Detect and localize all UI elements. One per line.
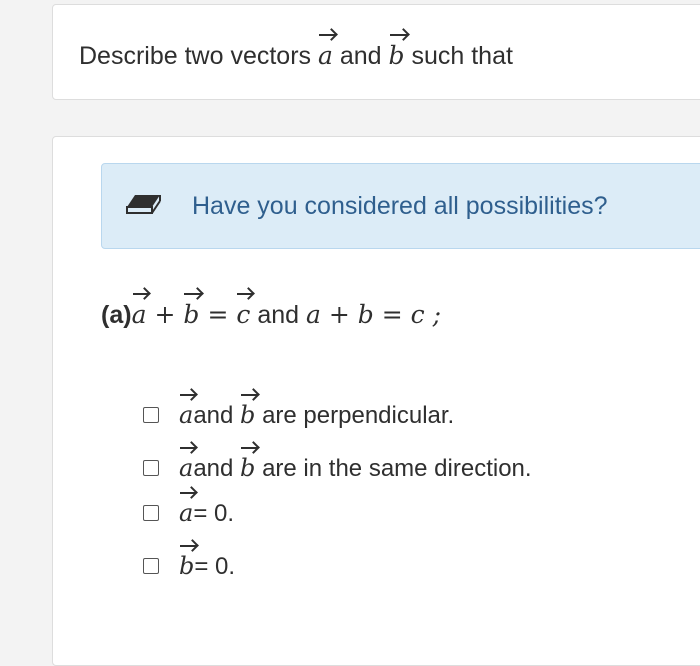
option-text: are perpendicular. [262,402,455,429]
option-text: = 0. [194,553,236,580]
question-card: Describe two vectors a and b such that [52,4,700,100]
option-text: are in the same direction. [262,455,532,482]
option-vector-b: b [179,545,197,580]
option-label: aand b are perpendicular. [179,394,455,430]
option-and: and [193,402,234,429]
checkbox[interactable] [143,558,159,574]
question-prefix: Describe two vectors [79,42,312,70]
option-vector-a: a [179,394,196,429]
option-label: aand b are in the same direction. [179,447,532,483]
option-vector-a: a [179,492,196,527]
checkbox[interactable] [143,460,159,476]
part-vector-b: b [183,293,202,329]
hint-text: Have you considered all possibilities? [192,192,608,220]
plus-sign: + [154,300,176,329]
part-label: (a) [101,301,132,329]
part-vector-c: c [236,293,253,329]
checkbox[interactable] [143,505,159,521]
option-and: and [193,455,234,482]
option-label: b= 0. [179,545,236,581]
question-suffix: such that [411,42,513,70]
vector-b: b [388,34,407,70]
eraser-icon [126,195,161,214]
scalar-equation: a + b = c ; [306,300,441,329]
part-vector-a: a [131,293,149,329]
answer-card: Have you considered all possibilities? (… [52,136,700,666]
option-text: = 0. [193,500,235,527]
question-conjunction: and [339,42,382,70]
vector-a: a [317,34,335,70]
question-text: Describe two vectors a and b such that [79,34,513,71]
hint-box: Have you considered all possibilities? [101,163,700,249]
equals-sign: = [207,300,229,329]
option-vector-a: a [179,447,196,482]
option-vector-b: b [240,394,258,429]
option-label: a= 0. [179,492,235,528]
part-a-statement: (a)a + b = c and a + b = c ; [101,293,441,330]
option-vector-b: b [240,447,258,482]
part-and: and [257,301,300,329]
checkbox[interactable] [143,407,159,423]
